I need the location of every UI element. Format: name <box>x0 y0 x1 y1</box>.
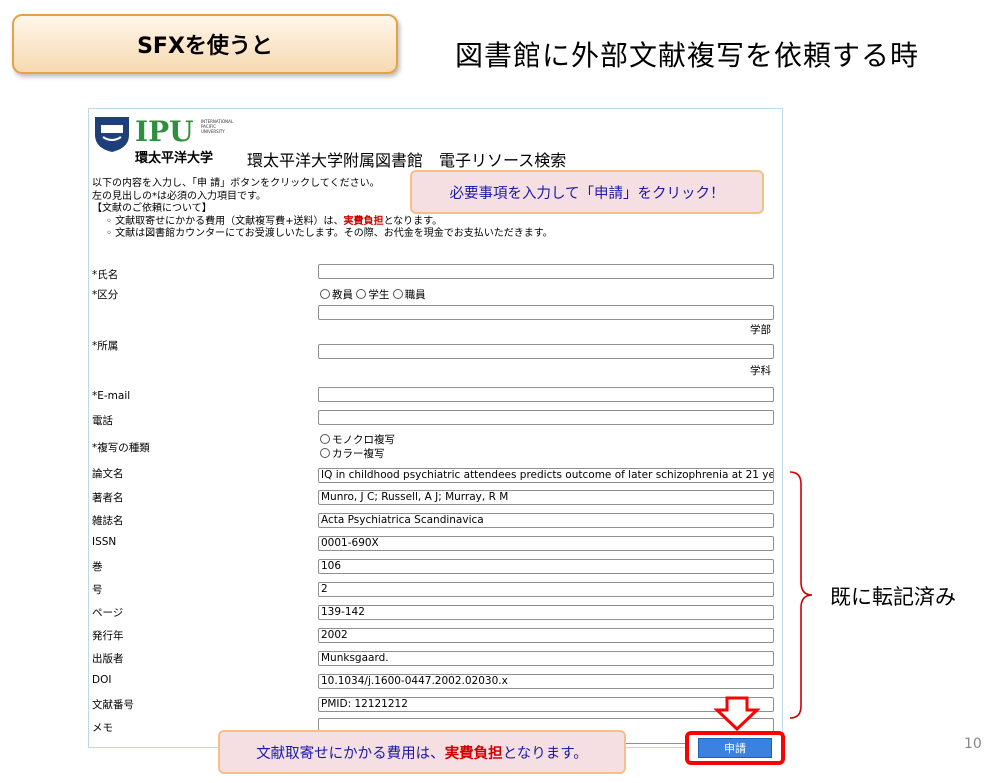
logo-japanese: 環太平洋大学 <box>135 151 214 166</box>
copy-type-radio-mono[interactable]: モノクロ複写 <box>320 432 395 447</box>
phone-input[interactable] <box>318 410 774 425</box>
journal-label: 雑誌名 <box>92 515 124 527</box>
radio-teacher[interactable]: 教員 <box>320 289 353 301</box>
section-badge: SFXを使うと <box>12 14 398 74</box>
phone-label: 電話 <box>92 415 113 427</box>
radio-staff[interactable]: 職員 <box>392 289 426 301</box>
category-radio-group: 教員 学生 職員 <box>320 287 426 302</box>
issn-input[interactable]: 0001-690X <box>318 536 774 551</box>
year-label: 発行年 <box>92 630 124 642</box>
brace-icon <box>789 471 813 719</box>
article-title-label: 論文名 <box>92 468 124 480</box>
department-input[interactable] <box>318 344 774 359</box>
issn-label: ISSN <box>92 536 117 548</box>
doi-input[interactable]: 10.1034/j.1600-0447.2002.02030.x <box>318 674 774 689</box>
affiliation-label: *所属 <box>92 340 119 352</box>
department-suffix: 学科 <box>750 365 771 377</box>
radio-student[interactable]: 学生 <box>356 289 389 301</box>
article-title-input[interactable]: IQ in childhood psychiatric attendees pr… <box>318 468 774 483</box>
pages-input[interactable]: 139-142 <box>318 605 774 620</box>
library-title: 環太平洋大学附属図書館 電子リソース検索 <box>247 151 567 170</box>
memo-label: メモ <box>92 722 113 734</box>
name-label: *氏名 <box>92 269 119 281</box>
issue-label: 号 <box>92 584 103 596</box>
arrow-down-icon <box>714 696 760 732</box>
authors-label: 著者名 <box>92 492 124 504</box>
docid-label: 文献番号 <box>92 699 134 711</box>
page-number: 10 <box>964 736 982 752</box>
instruction-bullet: ◦ 文献は図書館カウンターにてお受渡しいたします。その際、お代金を現金でお支払い… <box>106 228 553 239</box>
shield-icon <box>95 117 129 152</box>
instruction-bullet: ◦ 文献取寄せにかかる費用（文献複写費+送料）は、実費負担となります。 <box>106 215 443 227</box>
volume-label: 巻 <box>92 561 103 573</box>
doi-label: DOI <box>92 674 112 686</box>
year-input[interactable]: 2002 <box>318 628 774 643</box>
publisher-label: 出版者 <box>92 653 124 665</box>
instruction-callout: 必要事項を入力して「申請」をクリック！ <box>410 170 764 214</box>
logo-text: IPU <box>135 115 194 148</box>
publisher-input[interactable]: Munksgaard. <box>318 651 774 666</box>
ipu-logo: IPU INTERNATIONAL PACIFIC UNIVERSITY 環太平… <box>93 113 233 166</box>
submit-button[interactable]: 申請 <box>698 738 772 758</box>
prefilled-note: 既に転記済み <box>830 585 956 609</box>
copy-type-radio-color[interactable]: カラー複写 <box>320 446 385 461</box>
authors-input[interactable]: Munro, J C; Russell, A J; Murray, R M <box>318 490 774 505</box>
logo-subtitle: INTERNATIONAL PACIFIC UNIVERSITY <box>201 119 234 134</box>
email-label: *E-mail <box>92 390 131 402</box>
name-input[interactable] <box>318 264 774 279</box>
slide-title: 図書館に外部文献複写を依頼する時 <box>455 39 920 72</box>
cost-callout: 文献取寄せにかかる費用は、 実費負担 となります。 <box>218 730 626 774</box>
email-input[interactable] <box>318 387 774 402</box>
faculty-suffix: 学部 <box>750 324 771 336</box>
copy-type-label: *複写の種類 <box>92 442 150 454</box>
journal-input[interactable]: Acta Psychiatrica Scandinavica <box>318 513 774 528</box>
pages-label: ページ <box>92 607 124 619</box>
category-label: *区分 <box>92 289 119 301</box>
faculty-input[interactable] <box>318 305 774 320</box>
volume-input[interactable]: 106 <box>318 559 774 574</box>
docid-input[interactable]: PMID: 12121212 <box>318 697 774 712</box>
issue-input[interactable]: 2 <box>318 582 774 597</box>
